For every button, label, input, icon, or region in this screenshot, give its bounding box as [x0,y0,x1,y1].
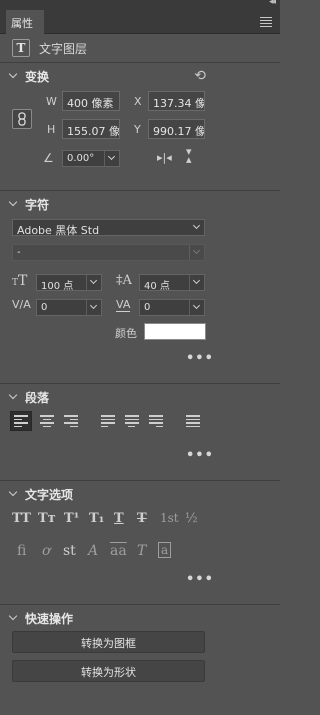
character-more-button[interactable]: ••• [186,351,214,366]
collapse-icon[interactable]: ◂◂ [269,0,276,7]
character-header[interactable]: 字符 [0,191,280,217]
chevron-down-icon [8,197,18,207]
fraction-icon[interactable]: ½ [185,511,198,526]
tracking-icon: VA [116,298,131,312]
leading-value: 40 点 [144,281,170,292]
link-proportions-icon[interactable] [12,109,32,129]
chevron-down-icon [8,487,18,497]
font-size-icon: TT [12,273,28,289]
chevron-down-icon [8,69,18,79]
tab-properties[interactable]: 属性 [6,10,44,34]
ordinal-icon[interactable]: 1st [160,511,179,525]
discretionary-ligature-icon[interactable]: st [63,543,76,559]
paragraph-section: 段落 ••• [0,383,280,480]
angle-dropdown[interactable]: 0.00° [62,150,120,167]
leading-icon: ‡A [116,273,132,288]
convert-to-frame-button[interactable]: 转换为图框 [12,631,205,653]
character-title: 字符 [25,197,50,212]
height-input[interactable]: 155.07 像 [62,119,120,139]
justify-all-icon[interactable] [186,415,200,427]
text-options-more-button[interactable]: ••• [186,572,214,587]
panel-tab-bar: 属性 [0,8,280,34]
justify-right-icon[interactable] [149,415,163,427]
layer-type-label: 文字图层 [39,41,88,56]
y-input[interactable]: 990.17 像 [148,119,205,139]
angle-value: 0.00° [67,153,95,164]
text-options-section: 文字选项 TT Tт T¹ T₁ T T 1st ½ fi ơ st A aa … [0,480,280,604]
quick-actions-header[interactable]: 快速操作 [0,605,280,631]
y-label: Y [134,123,141,136]
chevron-down-icon [8,611,18,621]
tracking-value: 0 [144,302,151,313]
height-label: H [47,123,56,136]
justify-center-icon[interactable] [125,415,139,427]
font-family-value: Adobe 黑体 Std [17,224,100,237]
ligature-icon[interactable]: fi [17,543,26,559]
flip-vertical-icon[interactable]: ▾ ▴ [186,146,192,165]
titling-alternates-icon[interactable]: T [137,543,146,559]
convert-to-shape-button[interactable]: 转换为形状 [12,660,205,682]
font-size-value: 100 点 [41,281,74,292]
text-options-header[interactable]: 文字选项 [0,481,280,507]
panel-menu-icon[interactable] [260,17,272,29]
transform-title: 变换 [25,69,50,84]
stylistic-alternates-icon[interactable]: aa [110,543,127,559]
panel-top-bar: ◂◂ [0,0,280,8]
font-family-dropdown[interactable]: Adobe 黑体 Std [12,219,205,237]
kerning-value: 0 [41,302,48,313]
align-center-icon[interactable] [40,415,54,427]
kerning-icon: V/A [12,298,31,311]
angle-icon: ∠ [43,151,54,165]
paragraph-header[interactable]: 段落 [0,384,280,410]
paragraph-more-button[interactable]: ••• [186,448,214,463]
color-label: 颜色 [115,327,137,340]
tracking-dropdown[interactable]: 0 [139,299,205,316]
swash-icon[interactable]: A [88,543,98,559]
layer-type-row: T 文字图层 [0,34,280,62]
underline-icon[interactable]: T [114,511,124,526]
leading-dropdown[interactable]: 40 点 [139,274,205,292]
quick-actions-title: 快速操作 [25,611,74,626]
paragraph-title: 段落 [25,390,50,405]
transform-header[interactable]: 变换 ⟲ [0,63,280,89]
font-size-dropdown[interactable]: 100 点 [36,274,102,292]
font-style-value: - [17,247,21,258]
subscript-icon[interactable]: T₁ [89,511,104,526]
font-style-dropdown: - [12,244,205,261]
transform-section: 变换 ⟲ W 400 像素 X 137.34 像 H 155.07 像 Y 99… [0,62,280,190]
color-swatch[interactable] [144,323,206,340]
align-left-icon[interactable] [14,415,28,427]
ordinals-box-icon[interactable]: a [158,542,172,558]
x-input[interactable]: 137.34 像 [148,91,205,111]
old-style-icon[interactable]: ơ [42,543,50,559]
justify-left-icon[interactable] [101,415,115,427]
small-caps-icon[interactable]: Tт [38,511,56,526]
reset-transform-icon[interactable]: ⟲ [194,68,206,84]
kerning-dropdown[interactable]: 0 [36,299,102,316]
superscript-icon[interactable]: T¹ [64,511,79,526]
text-options-title: 文字选项 [25,487,74,502]
align-right-icon[interactable] [64,415,78,427]
width-label: W [46,95,57,108]
character-section: 字符 Adobe 黑体 Std - TT 100 点 ‡A 40 点 V/A 0… [0,190,280,383]
strikethrough-icon[interactable]: T [137,511,147,526]
width-input[interactable]: 400 像素 [62,91,120,111]
text-layer-icon: T [12,39,30,57]
chevron-down-icon [8,390,18,400]
flip-horizontal-icon[interactable]: ▸|◂ [157,151,172,164]
quick-actions-section: 快速操作 转换为图框 转换为形状 [0,604,280,696]
all-caps-icon[interactable]: TT [12,511,31,526]
x-label: X [134,95,142,108]
